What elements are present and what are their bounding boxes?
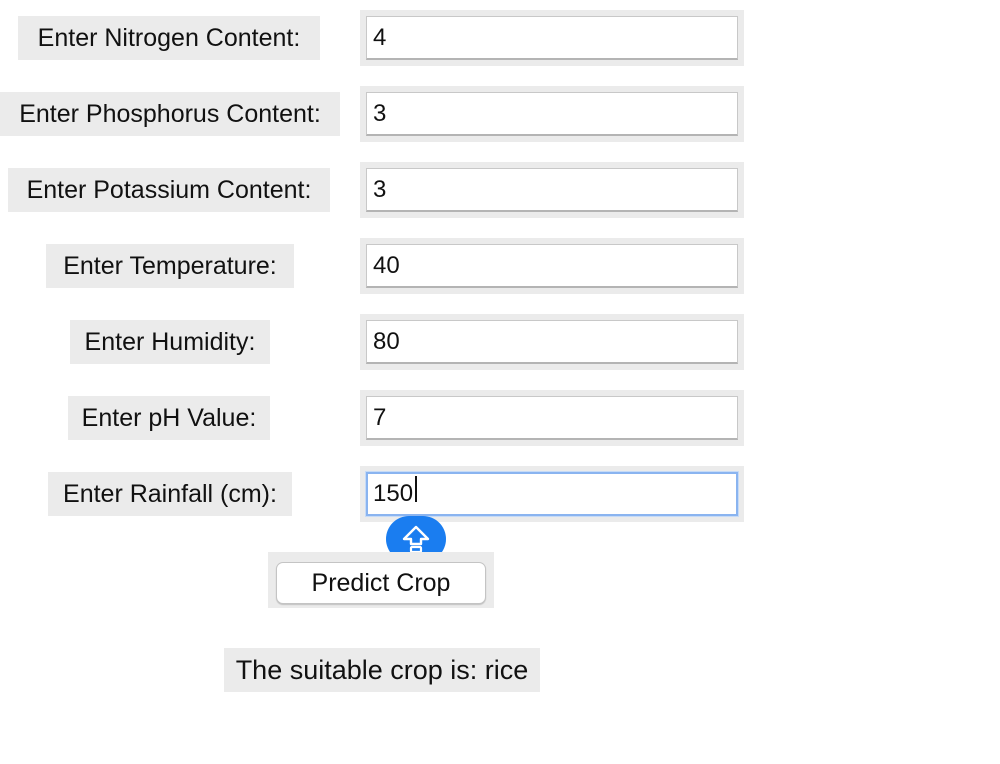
potassium-field-frame <box>360 162 744 218</box>
ph-label: Enter pH Value: <box>68 396 270 440</box>
temperature-input[interactable] <box>366 244 738 288</box>
nitrogen-input[interactable] <box>366 16 738 60</box>
temperature-field-frame <box>360 238 744 294</box>
potassium-input[interactable] <box>366 168 738 212</box>
humidity-input[interactable] <box>366 320 738 364</box>
phosphorus-label: Enter Phosphorus Content: <box>0 92 340 136</box>
temperature-label: Enter Temperature: <box>46 244 294 288</box>
ph-field-frame <box>360 390 744 446</box>
rainfall-label: Enter Rainfall (cm): <box>48 472 292 516</box>
phosphorus-input[interactable] <box>366 92 738 136</box>
nitrogen-label: Enter Nitrogen Content: <box>18 16 320 60</box>
crop-prediction-window: Enter Nitrogen Content: Enter Phosphorus… <box>0 0 1000 764</box>
rainfall-input[interactable] <box>366 472 738 516</box>
humidity-field-frame <box>360 314 744 370</box>
ph-input[interactable] <box>366 396 738 440</box>
shift-arrow-icon <box>402 525 430 554</box>
potassium-label: Enter Potassium Content: <box>8 168 330 212</box>
nitrogen-field-frame <box>360 10 744 66</box>
rainfall-field-frame <box>360 466 744 522</box>
phosphorus-field-frame <box>360 86 744 142</box>
predict-crop-button[interactable]: Predict Crop <box>276 562 486 604</box>
humidity-label: Enter Humidity: <box>70 320 270 364</box>
prediction-result: The suitable crop is: rice <box>224 648 540 692</box>
text-cursor <box>415 476 417 502</box>
predict-button-frame: Predict Crop <box>268 552 494 608</box>
